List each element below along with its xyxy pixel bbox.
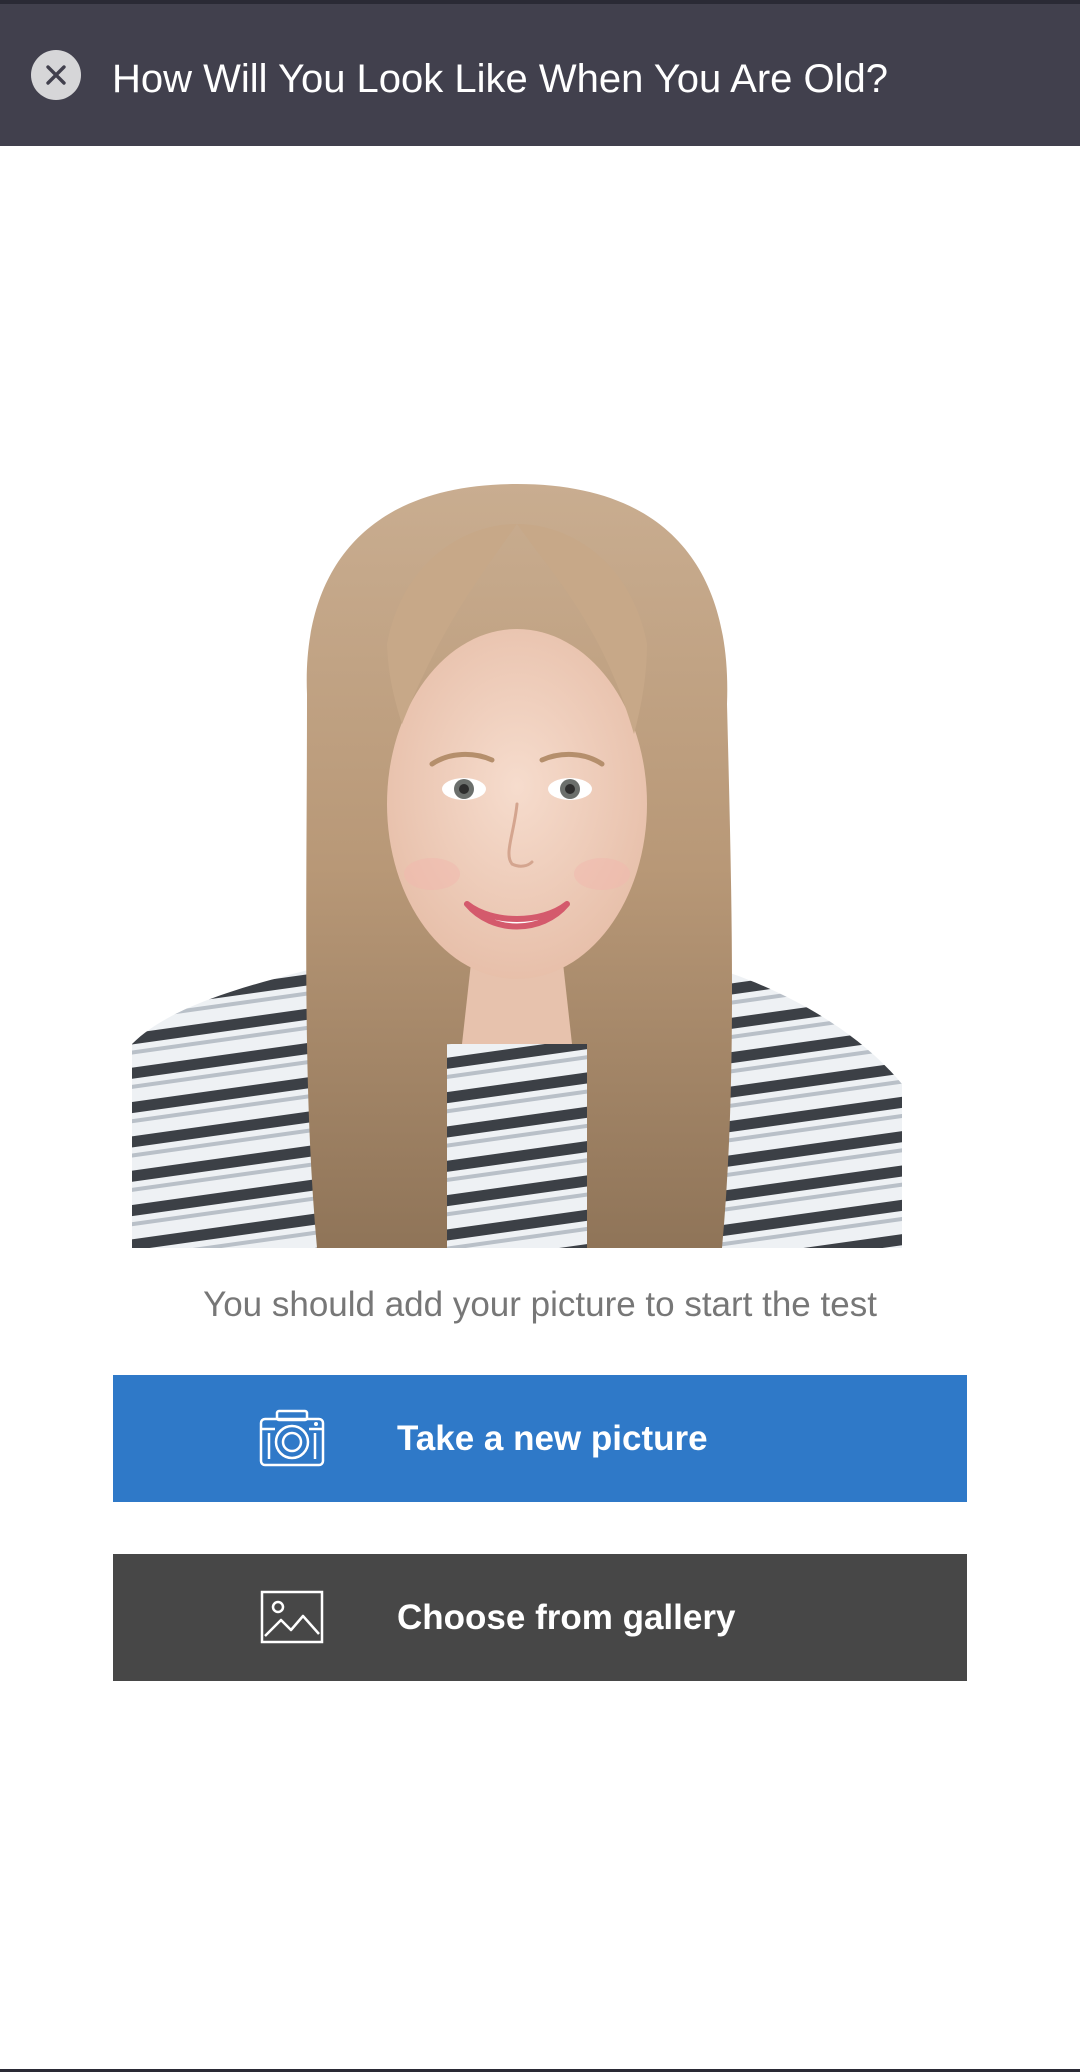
- add-picture-hint: You should add your picture to start the…: [203, 1285, 877, 1324]
- camera-icon: [259, 1409, 325, 1467]
- app-bar: How Will You Look Like When You Are Old?: [0, 4, 1080, 146]
- image-icon: [260, 1590, 324, 1644]
- take-picture-label: Take a new picture: [397, 1419, 708, 1458]
- close-button[interactable]: [31, 50, 81, 100]
- choose-gallery-button[interactable]: Choose from gallery: [113, 1554, 967, 1681]
- page-title: How Will You Look Like When You Are Old?: [112, 57, 889, 101]
- take-picture-button[interactable]: Take a new picture: [113, 1375, 967, 1502]
- choose-gallery-label: Choose from gallery: [397, 1598, 736, 1637]
- close-icon: [46, 65, 66, 85]
- sample-face-photo: [132, 484, 902, 1248]
